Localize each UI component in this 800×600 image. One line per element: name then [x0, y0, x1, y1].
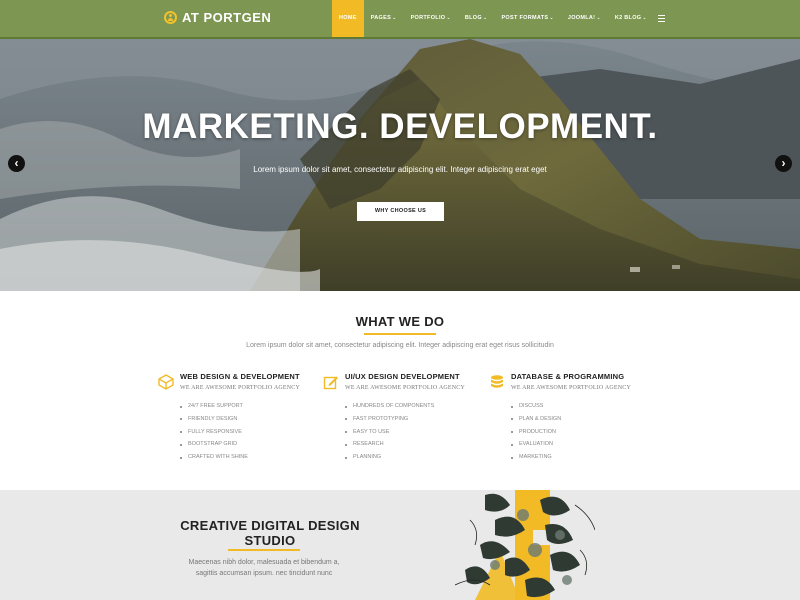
list-item: HUNDREDS OF COMPONENTS [345, 400, 434, 413]
service-tagline: WE ARE AWESOME PORTFOLIO AGENCY [180, 385, 301, 391]
pencil-square-icon [323, 376, 338, 390]
slider-next-arrow-icon[interactable]: › [775, 155, 792, 172]
nav-label: BLOG [464, 15, 482, 21]
hero-slider: MARKETING. DEVELOPMENT. Lorem ipsum dolo… [0, 39, 800, 291]
cube-icon [158, 374, 174, 390]
nav-label: POST FORMATS [501, 15, 549, 21]
why-choose-us-button[interactable]: WHY CHOOSE US [357, 202, 444, 221]
nav-item-k2-blog[interactable]: K2 BLOG⌄ [608, 0, 654, 37]
list-item: DISCUSS [511, 400, 561, 413]
studio-title: CREATIVE DIGITAL DESIGN STUDIO [180, 518, 360, 548]
list-item: 24/7 FREE SUPPORT [180, 400, 248, 413]
section-description: Lorem ipsum dolor sit amet, consectetur … [246, 342, 554, 349]
list-item: FRIENDLY DESIGN [180, 413, 248, 426]
chevron-down-icon: ⌄ [446, 15, 451, 21]
floral-typography-artwork [455, 490, 595, 600]
nav-label: PORTFOLIO [410, 15, 446, 21]
service-heading: WEB DESIGN & DEVELOPMENT [180, 372, 300, 381]
hero-title: MARKETING. DEVELOPMENT. [142, 107, 658, 146]
list-item: PLAN & DESIGN [511, 413, 561, 426]
service-feature-list: 24/7 FREE SUPPORT FRIENDLY DESIGN FULLY … [180, 400, 248, 464]
nav-label: JOOMLA! [567, 15, 596, 21]
studio-section: CREATIVE DIGITAL DESIGN STUDIO Maecenas … [0, 490, 800, 600]
list-item: MARKETING [511, 451, 561, 464]
nav-label: K2 BLOG [614, 15, 642, 21]
nav-item-pages[interactable]: PAGES⌄ [364, 0, 404, 37]
service-tagline: WE ARE AWESOME PORTFOLIO AGENCY [511, 385, 632, 391]
chevron-down-icon: ⌄ [392, 15, 397, 21]
service-feature-list: DISCUSS PLAN & DESIGN PRODUCTION EVALUAT… [511, 400, 561, 464]
list-item: BOOTSTRAP GRID [180, 438, 248, 451]
studio-description: Maecenas nibh dolor, malesuada et bibend… [188, 559, 340, 577]
nav-item-home[interactable]: HOME [332, 0, 364, 37]
slider-prev-arrow-icon[interactable]: ‹ [8, 155, 25, 172]
chevron-down-icon: ⌄ [642, 15, 647, 21]
service-feature-list: HUNDREDS OF COMPONENTS FAST PROTOTYPING … [345, 400, 434, 464]
database-icon [491, 375, 503, 388]
brand-name: AT PORTGEN [182, 10, 272, 25]
service-tagline: WE ARE AWESOME PORTFOLIO AGENCY [345, 385, 466, 391]
top-navbar: AT PORTGEN HOME PAGES⌄ PORTFOLIO⌄ BLOG⌄ … [0, 0, 800, 39]
list-item: FAST PROTOTYPING [345, 413, 434, 426]
nav-item-joomla[interactable]: JOOMLA!⌄ [561, 0, 608, 37]
chevron-down-icon: ⌄ [549, 15, 554, 21]
list-item: CRAFTED WITH SHINE [180, 451, 248, 464]
nav-item-post-formats[interactable]: POST FORMATS⌄ [494, 0, 560, 37]
title-underline [228, 549, 300, 551]
nav-item-portfolio[interactable]: PORTFOLIO⌄ [404, 0, 458, 37]
user-circle-icon [164, 11, 177, 24]
chevron-down-icon: ⌄ [596, 15, 601, 21]
brand-logo[interactable]: AT PORTGEN [164, 10, 271, 25]
list-item: RESEARCH [345, 438, 434, 451]
main-menu: HOME PAGES⌄ PORTFOLIO⌄ BLOG⌄ POST FORMAT… [332, 0, 666, 37]
chevron-down-icon: ⌄ [482, 15, 488, 21]
list-item: EVALUATION [511, 438, 561, 451]
list-item: PRODUCTION [511, 426, 561, 439]
nav-label: PAGES [370, 15, 392, 21]
section-title-what-we-do: WHAT WE DO [355, 314, 445, 329]
hero-subtitle: Lorem ipsum dolor sit amet, consectetur … [253, 165, 547, 174]
list-item: EASY TO USE [345, 426, 434, 439]
list-item: FULLY RESPONSIVE [180, 426, 248, 439]
service-heading: UI/UX DESIGN DEVELOPMENT [345, 372, 460, 381]
nav-label: HOME [339, 15, 357, 21]
hamburger-menu-icon[interactable] [657, 0, 666, 37]
nav-item-blog[interactable]: BLOG⌄ [458, 0, 495, 37]
title-underline [364, 333, 436, 335]
list-item: PLANNING [345, 451, 434, 464]
service-heading: DATABASE & PROGRAMMING [511, 372, 625, 381]
